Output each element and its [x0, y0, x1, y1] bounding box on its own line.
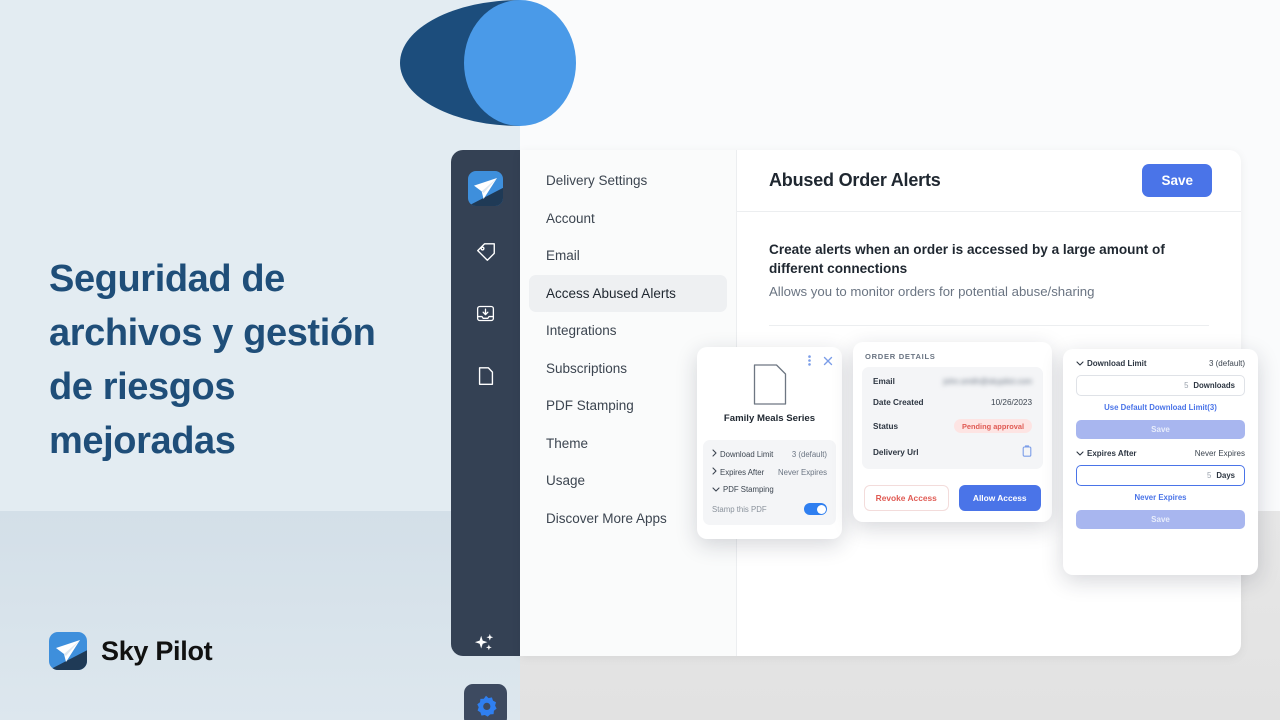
file-name: Family Meals Series: [723, 413, 816, 424]
sidebar-item-label: Account: [546, 210, 595, 226]
stamp-this-pdf-toggle[interactable]: [804, 503, 827, 515]
order-row-label: Email: [873, 377, 895, 386]
sky-pilot-logo-icon[interactable]: [468, 171, 503, 206]
sidebar-item-label: Theme: [546, 435, 589, 451]
file-row-expires-after[interactable]: Expires After Never Expires: [703, 463, 836, 481]
download-limit-section: Download Limit 3 (default) 5 Downloads U…: [1063, 349, 1258, 439]
file-card-tools: [805, 353, 833, 371]
sidebar-item-account[interactable]: Account: [529, 200, 727, 237]
status-badge: Pending approval: [953, 419, 1032, 433]
file-card-header: Family Meals Series: [697, 347, 842, 440]
more-options-icon[interactable]: [805, 353, 814, 371]
file-row-label: Download Limit: [720, 449, 774, 459]
never-expires-link[interactable]: Never Expires: [1076, 493, 1245, 502]
inbox-download-icon[interactable]: [464, 292, 507, 335]
order-row-status: Status Pending approval: [862, 413, 1043, 439]
expires-after-input-number: 5: [1207, 471, 1212, 480]
description-sub: Allows you to monitor orders for potenti…: [769, 284, 1095, 299]
app-icon-rail: [451, 150, 962, 720]
download-limit-save-button[interactable]: Save: [1076, 420, 1245, 439]
tag-icon[interactable]: [464, 230, 507, 273]
content-header: Abused Order Alerts Save: [737, 150, 1241, 212]
order-row-label: Status: [873, 421, 899, 431]
sidebar-item-label: Delivery Settings: [546, 173, 648, 188]
limits-card: Download Limit 3 (default) 5 Downloads U…: [1063, 349, 1258, 575]
chevron-down-icon: [712, 485, 720, 494]
order-row-email: Email john.smith@skypilot.com: [862, 371, 1043, 392]
download-limit-value: 3 (default): [1208, 359, 1245, 368]
download-limit-label: Download Limit: [1087, 359, 1147, 368]
brand-lockup: Sky Pilot: [49, 632, 213, 670]
sidebar-item-access-abused-alerts[interactable]: Access Abused Alerts: [529, 274, 727, 312]
background-left-lower: [0, 511, 520, 720]
chevron-right-icon: [712, 449, 717, 459]
sky-pilot-logo-icon: [49, 632, 87, 670]
file-settings-list: Download Limit 3 (default) Expires After…: [703, 440, 836, 525]
sidebar-item-integrations[interactable]: Integrations: [529, 312, 727, 349]
file-row-download-limit[interactable]: Download Limit 3 (default): [703, 445, 836, 463]
sparkles-icon[interactable]: [464, 622, 507, 665]
order-actions: Revoke Access Allow Access: [853, 469, 1052, 511]
sidebar-item-label: Discover More Apps: [546, 510, 667, 526]
order-row-label: Delivery Url: [873, 447, 919, 457]
sidebar-item-label: Access Abused Alerts: [546, 285, 676, 301]
order-details-title: ORDER DETAILS: [865, 352, 936, 361]
order-date-value: 10/26/2023: [991, 398, 1032, 407]
sidebar-item-label: Email: [546, 248, 580, 263]
expires-after-save-button[interactable]: Save: [1076, 510, 1245, 529]
allow-access-button[interactable]: Allow Access: [958, 485, 1041, 511]
file-row-pdf-stamping[interactable]: PDF Stamping: [703, 481, 836, 498]
expires-after-section: Expires After Never Expires 5 Days Never…: [1063, 439, 1258, 529]
download-limit-input-number: 5: [1184, 381, 1189, 390]
expires-after-label: Expires After: [1087, 449, 1137, 458]
file-row-value: 3 (default): [791, 449, 827, 459]
file-settings-card: Family Meals Series Download Limit 3 (de…: [697, 347, 842, 539]
sidebar-item-label: Usage: [546, 473, 586, 488]
divider: [769, 325, 1209, 326]
expires-after-input[interactable]: 5 Days: [1076, 465, 1245, 486]
sidebar-item-label: Integrations: [546, 323, 617, 338]
expires-after-header[interactable]: Expires After Never Expires: [1076, 449, 1245, 458]
content-body: Create alerts when an order is accessed …: [737, 212, 1241, 326]
order-email-value: john.smith@skypilot.com: [943, 377, 1032, 386]
document-icon[interactable]: [464, 354, 507, 397]
document-icon: [752, 363, 787, 411]
sidebar-item-label: Subscriptions: [546, 360, 628, 376]
sidebar-item-delivery-settings[interactable]: Delivery Settings: [529, 162, 727, 199]
chevron-right-icon: [712, 467, 717, 477]
content-title: Abused Order Alerts: [769, 170, 941, 190]
stamp-this-pdf-label: Stamp this PDF: [712, 504, 767, 514]
file-row-label: PDF Stamping: [723, 485, 774, 494]
download-limit-input[interactable]: 5 Downloads: [1076, 375, 1245, 396]
revoke-access-button[interactable]: Revoke Access: [864, 485, 949, 511]
download-limit-input-unit: Downloads: [1193, 381, 1235, 390]
chevron-down-icon: [1076, 449, 1084, 458]
save-button[interactable]: Save: [1142, 164, 1212, 197]
order-row-date-created: Date Created 10/26/2023: [862, 392, 1043, 413]
order-details-list: Email john.smith@skypilot.com Date Creat…: [862, 367, 1043, 469]
download-limit-header[interactable]: Download Limit 3 (default): [1076, 359, 1245, 368]
order-row-label: Date Created: [873, 398, 924, 407]
expires-after-input-unit: Days: [1216, 471, 1235, 480]
gear-icon[interactable]: [464, 684, 507, 720]
sidebar-item-label: PDF Stamping: [546, 398, 634, 413]
chevron-down-icon: [1076, 359, 1084, 368]
file-row-value: Never Expires: [778, 467, 827, 477]
stamp-this-pdf-row: Stamp this PDF: [703, 498, 836, 517]
use-default-download-limit-link[interactable]: Use Default Download Limit(3): [1076, 403, 1245, 412]
sidebar-item-email[interactable]: Email: [529, 237, 727, 274]
close-icon[interactable]: [823, 353, 833, 371]
expires-after-value: Never Expires: [1194, 449, 1245, 458]
order-details-card: ORDER DETAILS Email john.smith@skypilot.…: [853, 342, 1052, 522]
description-main: Create alerts when an order is accessed …: [769, 242, 1165, 276]
file-row-label: Expires After: [720, 467, 765, 477]
copy-clipboard-icon[interactable]: [1022, 445, 1032, 459]
order-row-delivery-url: Delivery Url: [862, 439, 1043, 465]
brand-name: Sky Pilot: [101, 635, 213, 666]
page-title: Seguridad de archivos y gestión de riesg…: [49, 258, 376, 462]
slide-canvas: Seguridad de archivos y gestión de riesg…: [0, 0, 1280, 720]
